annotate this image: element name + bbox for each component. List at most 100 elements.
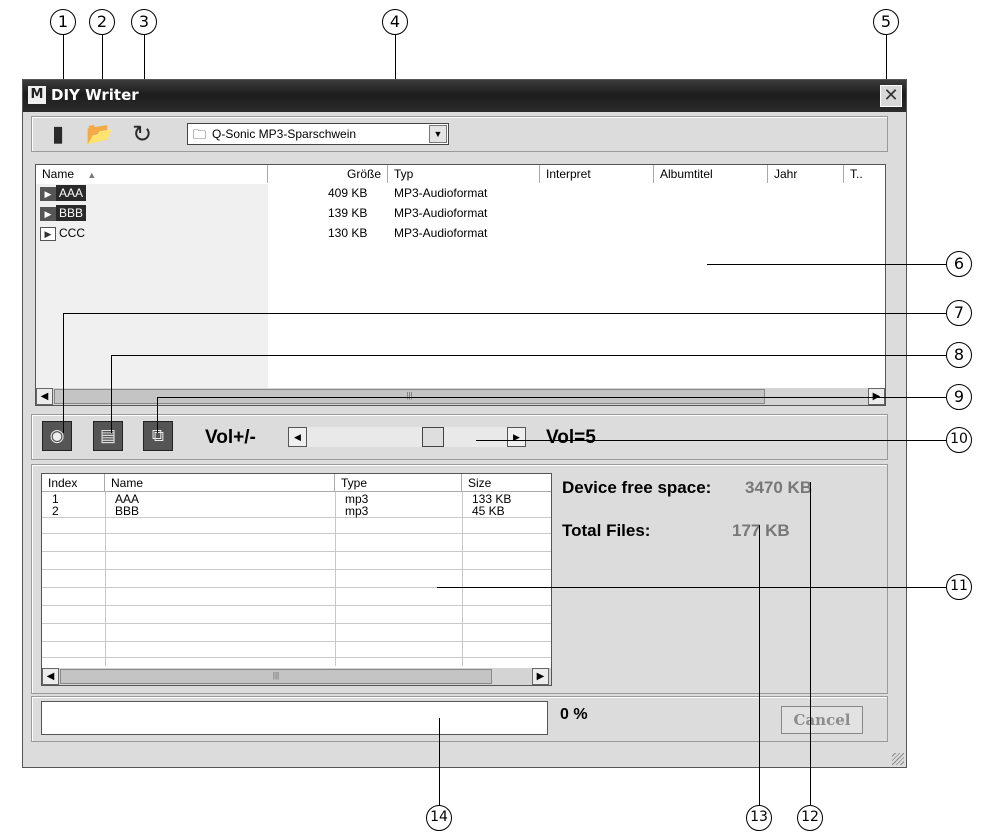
- total-files-label: Total Files:: [562, 521, 651, 540]
- file-row[interactable]: ▶ CCC: [40, 223, 88, 243]
- refresh-icon[interactable]: ↻: [129, 121, 155, 148]
- app-icon: M: [28, 86, 46, 104]
- audio-file-icon: ▶: [40, 206, 56, 221]
- volume-slider-knob[interactable]: [422, 427, 444, 447]
- column-header-year[interactable]: Jahr: [768, 165, 844, 183]
- queue-header-size[interactable]: Size: [462, 474, 551, 492]
- file-row[interactable]: ▶ AAA: [40, 183, 87, 203]
- leader-line-8: [111, 355, 946, 356]
- device-free-space-label: Device free space:: [562, 478, 712, 497]
- leader-line-7-drop: [63, 313, 64, 433]
- grid-line: [42, 569, 551, 570]
- column-header-name-label: Name: [42, 167, 75, 181]
- title-bar[interactable]: M DIY Writer ✕: [23, 80, 906, 112]
- file-size: 409 KB: [328, 186, 368, 200]
- file-name: CCC: [59, 226, 85, 240]
- queue-cell-name: BBB: [115, 504, 140, 518]
- volume-label: Vol+/-: [205, 427, 256, 448]
- column-header-album[interactable]: Albumtitel: [654, 165, 768, 183]
- audio-file-icon: ▶: [40, 186, 56, 201]
- queue-cell-size: 45 KB: [472, 504, 505, 518]
- transfer-icon[interactable]: ⧉: [143, 421, 173, 451]
- file-type: MP3-Audioformat: [394, 186, 488, 200]
- open-folder-icon[interactable]: 📂: [86, 121, 113, 147]
- leader-line-5: [886, 35, 887, 85]
- leader-line-12: [810, 482, 811, 805]
- resize-grip-icon[interactable]: [892, 753, 904, 765]
- scroll-left-button[interactable]: ◀: [36, 388, 53, 405]
- leader-line-9: [157, 397, 946, 398]
- play-icon[interactable]: ◉: [42, 421, 72, 451]
- device-select-value: Q-Sonic MP3-Sparschwein: [212, 127, 357, 141]
- leader-line-10: [476, 440, 946, 441]
- callout-10: 10: [946, 427, 972, 453]
- grid-line: [462, 492, 463, 666]
- callout-9: 9: [946, 384, 972, 410]
- column-header-size[interactable]: Größe: [268, 165, 388, 183]
- file-row[interactable]: ▶ BBB: [40, 203, 87, 223]
- callout-3: 3: [131, 9, 157, 35]
- total-files-value: 177 KB: [732, 521, 790, 540]
- callout-6: 6: [946, 251, 972, 277]
- window-title: DIY Writer: [51, 86, 139, 104]
- volume-down-button[interactable]: ◀: [288, 427, 307, 447]
- callout-12: 12: [797, 805, 823, 831]
- grid-line: [42, 657, 551, 658]
- queue-cell-index: 2: [52, 504, 59, 518]
- leader-line-13: [759, 525, 760, 805]
- progress-bar: [41, 701, 548, 735]
- delete-icon[interactable]: ▤: [93, 421, 123, 451]
- file-size: 130 KB: [328, 226, 368, 240]
- column-header-name[interactable]: Name ▲: [36, 165, 268, 183]
- queue-header-index[interactable]: Index: [42, 474, 105, 492]
- callout-7: 7: [946, 300, 972, 326]
- queue-table[interactable]: Index Name Type Size 1 AAA mp3 133 KB 2 …: [41, 473, 552, 686]
- queue-cell-type: mp3: [345, 504, 369, 518]
- column-header-track[interactable]: T..: [844, 165, 885, 183]
- grid-line: [42, 623, 551, 624]
- close-button[interactable]: ✕: [880, 85, 902, 107]
- file-name: AAA: [56, 185, 87, 201]
- load-icon[interactable]: ▮: [45, 121, 71, 147]
- queue-header-name[interactable]: Name: [105, 474, 335, 492]
- grid-line: [105, 492, 106, 666]
- callout-11: 11: [946, 574, 972, 600]
- folder-icon: 🗀: [193, 127, 207, 142]
- file-list[interactable]: Name ▲ Größe Typ Interpret Albumtitel Ja…: [35, 164, 886, 406]
- cancel-button[interactable]: Cancel: [781, 706, 863, 734]
- leader-line-6: [707, 264, 946, 265]
- toolbar: ▮ 📂 ↻ 🗀 Q-Sonic MP3-Sparschwein ▼: [31, 116, 888, 152]
- callout-14: 14: [426, 805, 452, 831]
- leader-line-11: [437, 587, 946, 588]
- diy-writer-window: M DIY Writer ✕ ▮ 📂 ↻ 🗀 Q-Sonic MP3-Spars…: [22, 79, 907, 768]
- device-select[interactable]: 🗀 Q-Sonic MP3-Sparschwein ▼: [187, 123, 449, 145]
- column-header-artist[interactable]: Interpret: [540, 165, 654, 183]
- callout-1: 1: [50, 9, 76, 35]
- volume-slider[interactable]: ◀ ▶: [288, 427, 526, 447]
- callout-2: 2: [89, 9, 115, 35]
- leader-line-8-drop: [111, 355, 112, 433]
- file-type: MP3-Audioformat: [394, 206, 488, 220]
- scroll-left-button[interactable]: ◀: [42, 668, 59, 685]
- callout-8: 8: [946, 342, 972, 368]
- queue-scrollbar[interactable]: ◀ ||| ▶: [42, 668, 551, 685]
- leader-line-9-drop: [157, 397, 158, 433]
- volume-up-button[interactable]: ▶: [507, 427, 526, 447]
- grid-line: [42, 641, 551, 642]
- grid-line: [42, 551, 551, 552]
- scroll-right-button[interactable]: ▶: [532, 668, 549, 685]
- file-name: BBB: [56, 205, 87, 221]
- grid-line: [335, 492, 336, 666]
- callout-4: 4: [382, 9, 408, 35]
- file-type: MP3-Audioformat: [394, 226, 488, 240]
- progress-percent: 0 %: [560, 706, 588, 723]
- queue-header-type[interactable]: Type: [335, 474, 462, 492]
- chevron-down-icon[interactable]: ▼: [429, 125, 447, 143]
- grid-line: [42, 533, 551, 534]
- column-header-type[interactable]: Typ: [388, 165, 540, 183]
- callout-5: 5: [873, 9, 899, 35]
- device-free-space-value: 3470 KB: [745, 478, 813, 497]
- leader-line-14: [439, 718, 440, 805]
- scroll-thumb[interactable]: |||: [60, 669, 492, 684]
- callout-13: 13: [746, 805, 772, 831]
